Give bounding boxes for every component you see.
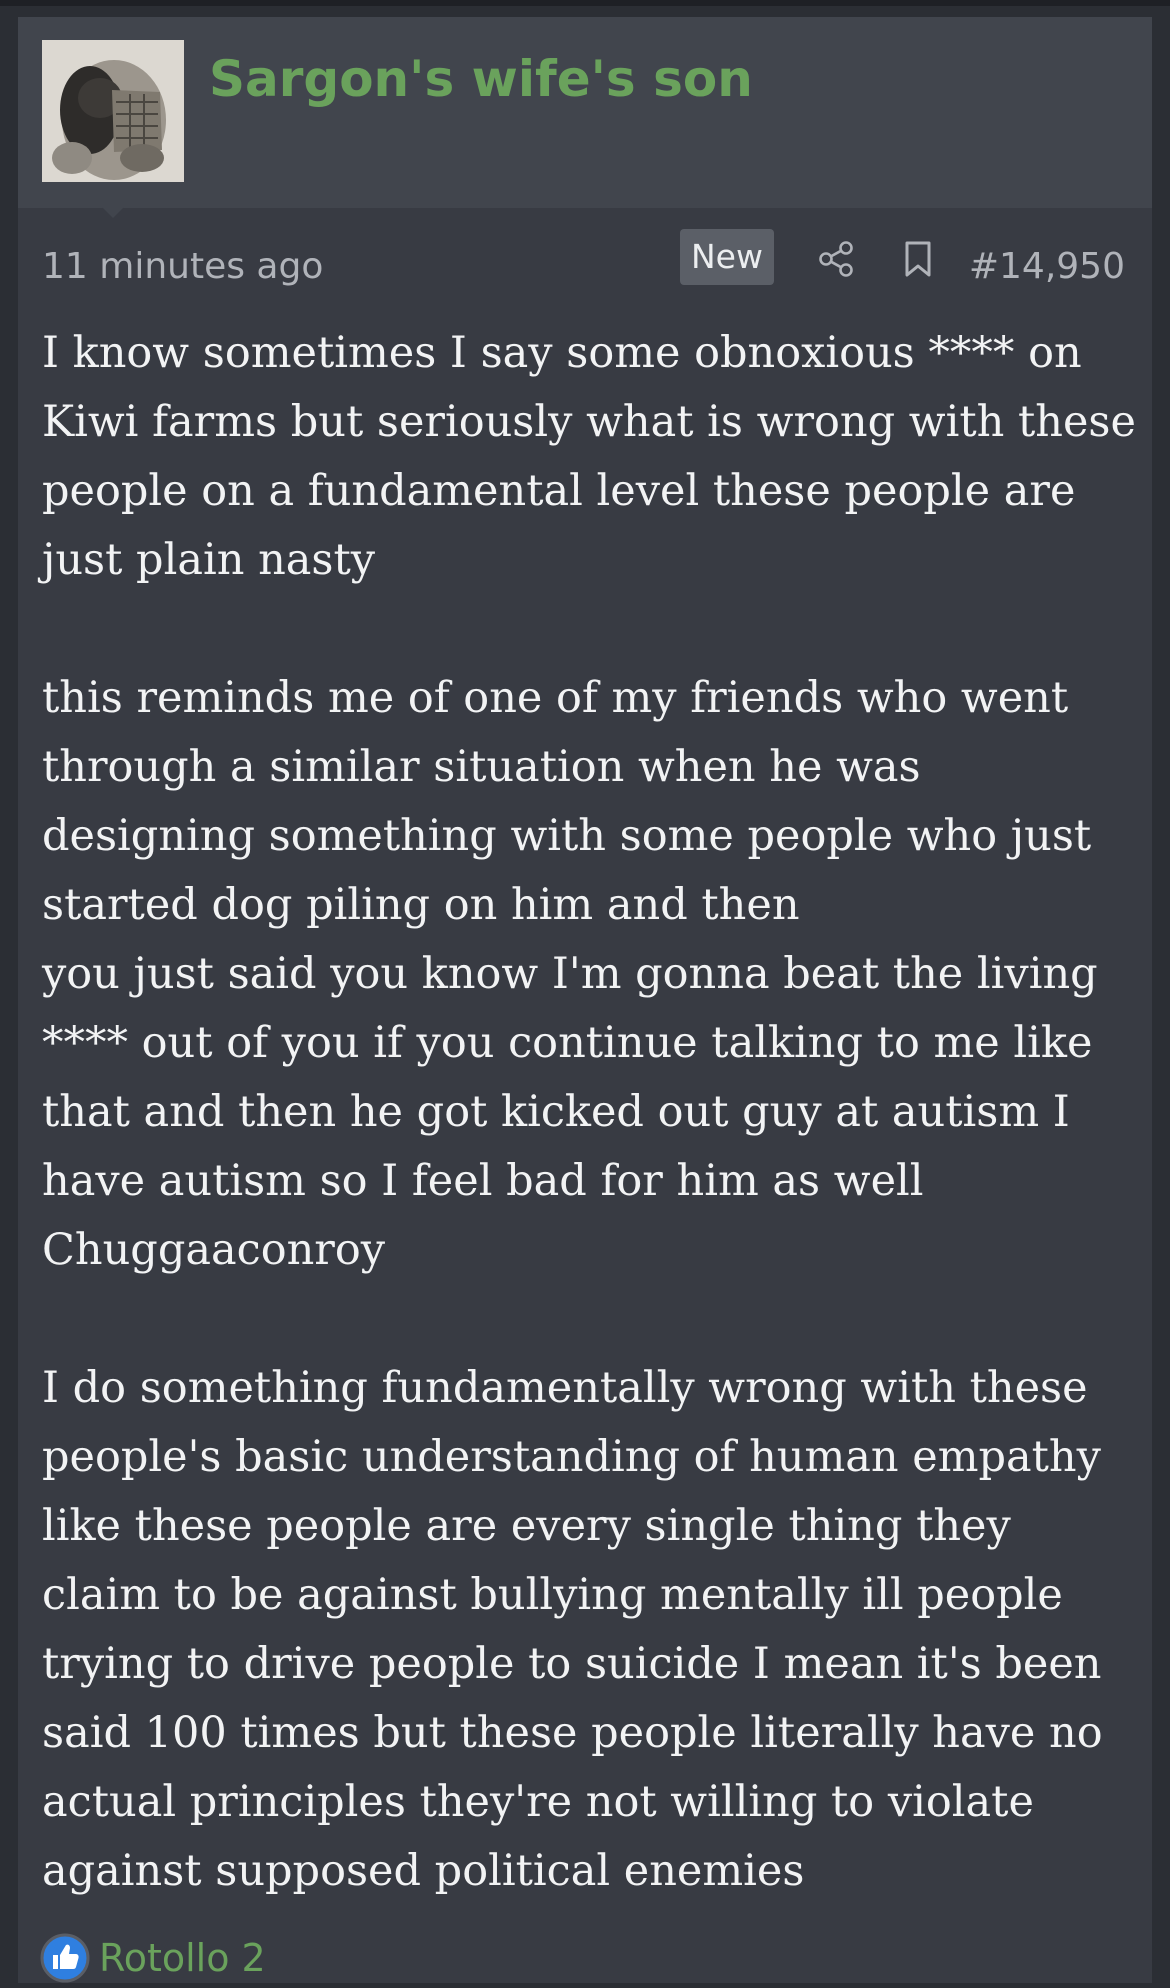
- post-permalink[interactable]: #14,950: [969, 245, 1125, 289]
- page-edge: [1152, 17, 1170, 1983]
- page-background: Sargon's wife's son 11 minutes ago New #…: [0, 0, 1170, 1983]
- share-icon[interactable]: [816, 239, 856, 279]
- top-divider: [0, 0, 1170, 6]
- post-author[interactable]: Sargon's wife's son: [209, 47, 753, 111]
- post-timestamp[interactable]: 11 minutes ago: [42, 245, 323, 289]
- post-body: I know sometimes I say some obnoxious **…: [42, 328, 1136, 1896]
- user-avatar[interactable]: [42, 40, 184, 182]
- thumbs-up-icon: [40, 1933, 90, 1983]
- avatar-pointer: [102, 207, 124, 218]
- ancient-sculpture-avatar: [42, 40, 184, 182]
- new-badge: New: [680, 229, 774, 285]
- forum-post: Sargon's wife's son 11 minutes ago New #…: [18, 17, 1152, 1983]
- reaction-users-link[interactable]: Rotollo 2: [99, 1935, 266, 1981]
- bookmark-icon[interactable]: [898, 239, 938, 279]
- post-header: Sargon's wife's son: [18, 17, 1152, 208]
